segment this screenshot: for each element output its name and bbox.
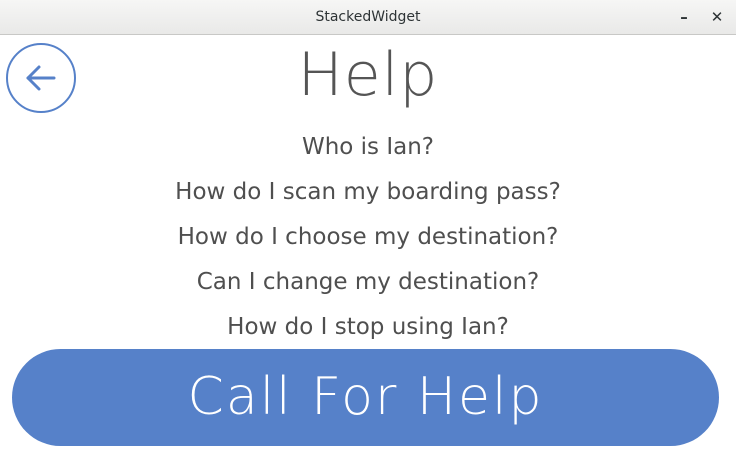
faq-list: Who is Ian? How do I scan my boarding pa…: [0, 130, 736, 355]
faq-item-scan-boarding-pass[interactable]: How do I scan my boarding pass?: [0, 175, 736, 220]
minimize-button[interactable]: –: [673, 6, 695, 28]
app-window: StackedWidget – ✕ Help Who is Ian? How d…: [0, 0, 736, 453]
close-button[interactable]: ✕: [706, 6, 728, 28]
window-title: StackedWidget: [315, 9, 421, 25]
faq-item-change-destination[interactable]: Can I change my destination?: [0, 265, 736, 310]
page-title: Help: [297, 40, 439, 110]
title-bar: StackedWidget – ✕: [0, 0, 736, 35]
faq-item-choose-destination[interactable]: How do I choose my destination?: [0, 220, 736, 265]
faq-item-who-is-ian[interactable]: Who is Ian?: [0, 130, 736, 175]
call-for-help-button[interactable]: Call For Help: [12, 349, 719, 446]
